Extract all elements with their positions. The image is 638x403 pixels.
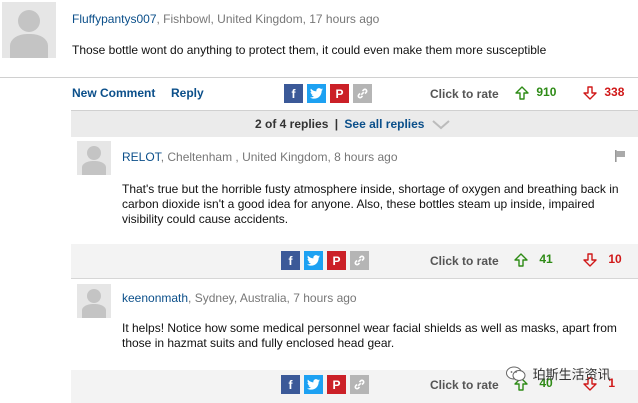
location-time: , Sydney, Australia, 7 hours ago [188, 291, 357, 305]
reply-button[interactable]: Reply [171, 86, 204, 100]
comment-meta: Fluffypantys007, Fishbowl, United Kingdo… [72, 12, 379, 26]
click-to-rate-label: Click to rate [430, 254, 499, 268]
click-to-rate-label: Click to rate [430, 87, 499, 101]
avatar[interactable] [77, 141, 111, 175]
see-all-replies-link[interactable]: See all replies [344, 117, 424, 131]
avatar[interactable] [77, 284, 111, 318]
link-share-icon[interactable] [353, 84, 372, 103]
location-time: , Cheltenham , United Kingdom, 8 hours a… [160, 150, 398, 164]
upvote-count: 41 [539, 252, 553, 266]
upvote-count: 910 [536, 85, 557, 99]
watermark: 珀斯生活资讯 [506, 364, 611, 383]
separator: | [334, 117, 339, 131]
reply-count: 2 of 4 replies [255, 117, 329, 131]
comment-meta: keenonmath, Sydney, Australia, 7 hours a… [122, 291, 357, 305]
pinterest-share-icon[interactable]: P [330, 84, 349, 103]
twitter-share-icon[interactable] [304, 251, 323, 270]
pinterest-share-icon[interactable]: P [327, 375, 346, 394]
comment-text: It helps! Notice how some medical person… [122, 321, 617, 350]
avatar[interactable] [2, 2, 56, 58]
arrow-up-icon [515, 86, 529, 100]
comment-text: Those bottle wont do anything to protect… [72, 43, 547, 57]
facebook-share-icon[interactable]: f [284, 84, 303, 103]
downvote-count: 10 [608, 252, 622, 266]
watermark-text: 珀斯生活资讯 [532, 367, 611, 382]
twitter-share-icon[interactable] [307, 84, 326, 103]
username-link[interactable]: Fluffypantys007 [72, 12, 157, 26]
downvote-button[interactable]: 10 [583, 252, 622, 267]
replies-bar: 2 of 4 replies | See all replies [71, 111, 638, 137]
comment-text: That's true but the horrible fusty atmos… [122, 182, 619, 226]
upvote-button[interactable]: 910 [515, 85, 556, 100]
location-time: , Fishbowl, United Kingdom, 17 hours ago [156, 12, 380, 26]
flag-icon[interactable] [614, 150, 626, 162]
arrow-down-icon [583, 253, 597, 267]
divider [0, 77, 638, 78]
facebook-share-icon[interactable]: f [281, 251, 300, 270]
twitter-share-icon[interactable] [304, 375, 323, 394]
new-comment-button[interactable]: New Comment [72, 86, 155, 100]
username-link[interactable]: RELOT [122, 150, 161, 164]
upvote-button[interactable]: 41 [514, 252, 553, 267]
click-to-rate-label: Click to rate [430, 378, 499, 392]
arrow-up-icon [514, 253, 528, 267]
arrow-down-icon [583, 86, 597, 100]
chevron-down-icon[interactable] [432, 120, 450, 130]
downvote-count: 338 [604, 85, 625, 99]
downvote-button[interactable]: 338 [583, 85, 624, 100]
link-share-icon[interactable] [350, 375, 369, 394]
link-share-icon[interactable] [350, 251, 369, 270]
username-link[interactable]: keenonmath [122, 291, 188, 305]
facebook-share-icon[interactable]: f [281, 375, 300, 394]
wechat-logo-icon [506, 366, 526, 381]
comment-meta: RELOT, Cheltenham , United Kingdom, 8 ho… [122, 150, 398, 164]
reply-action-bar: f P Click to rate 41 10 [71, 244, 638, 278]
pinterest-share-icon[interactable]: P [327, 251, 346, 270]
